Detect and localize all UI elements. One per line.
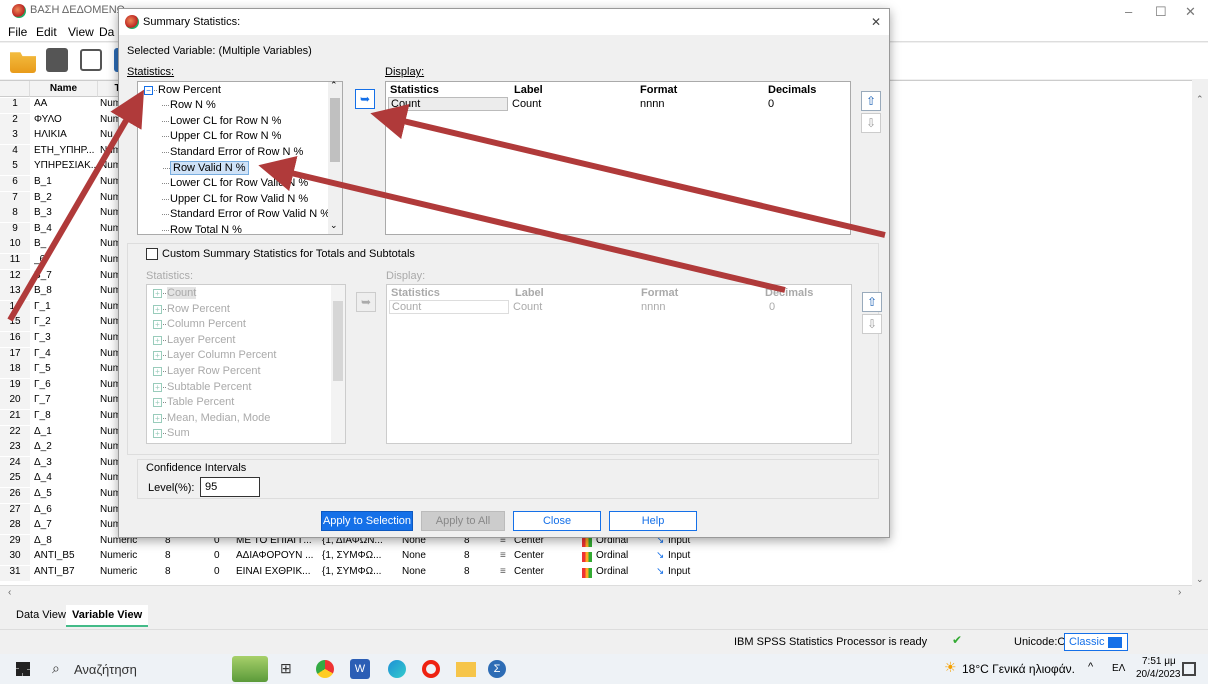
annotation-arrows [7, 89, 886, 322]
arrow-to-move-button [370, 104, 886, 238]
arrow-to-row-percent [7, 89, 145, 322]
arrow-to-row-valid [258, 156, 786, 293]
